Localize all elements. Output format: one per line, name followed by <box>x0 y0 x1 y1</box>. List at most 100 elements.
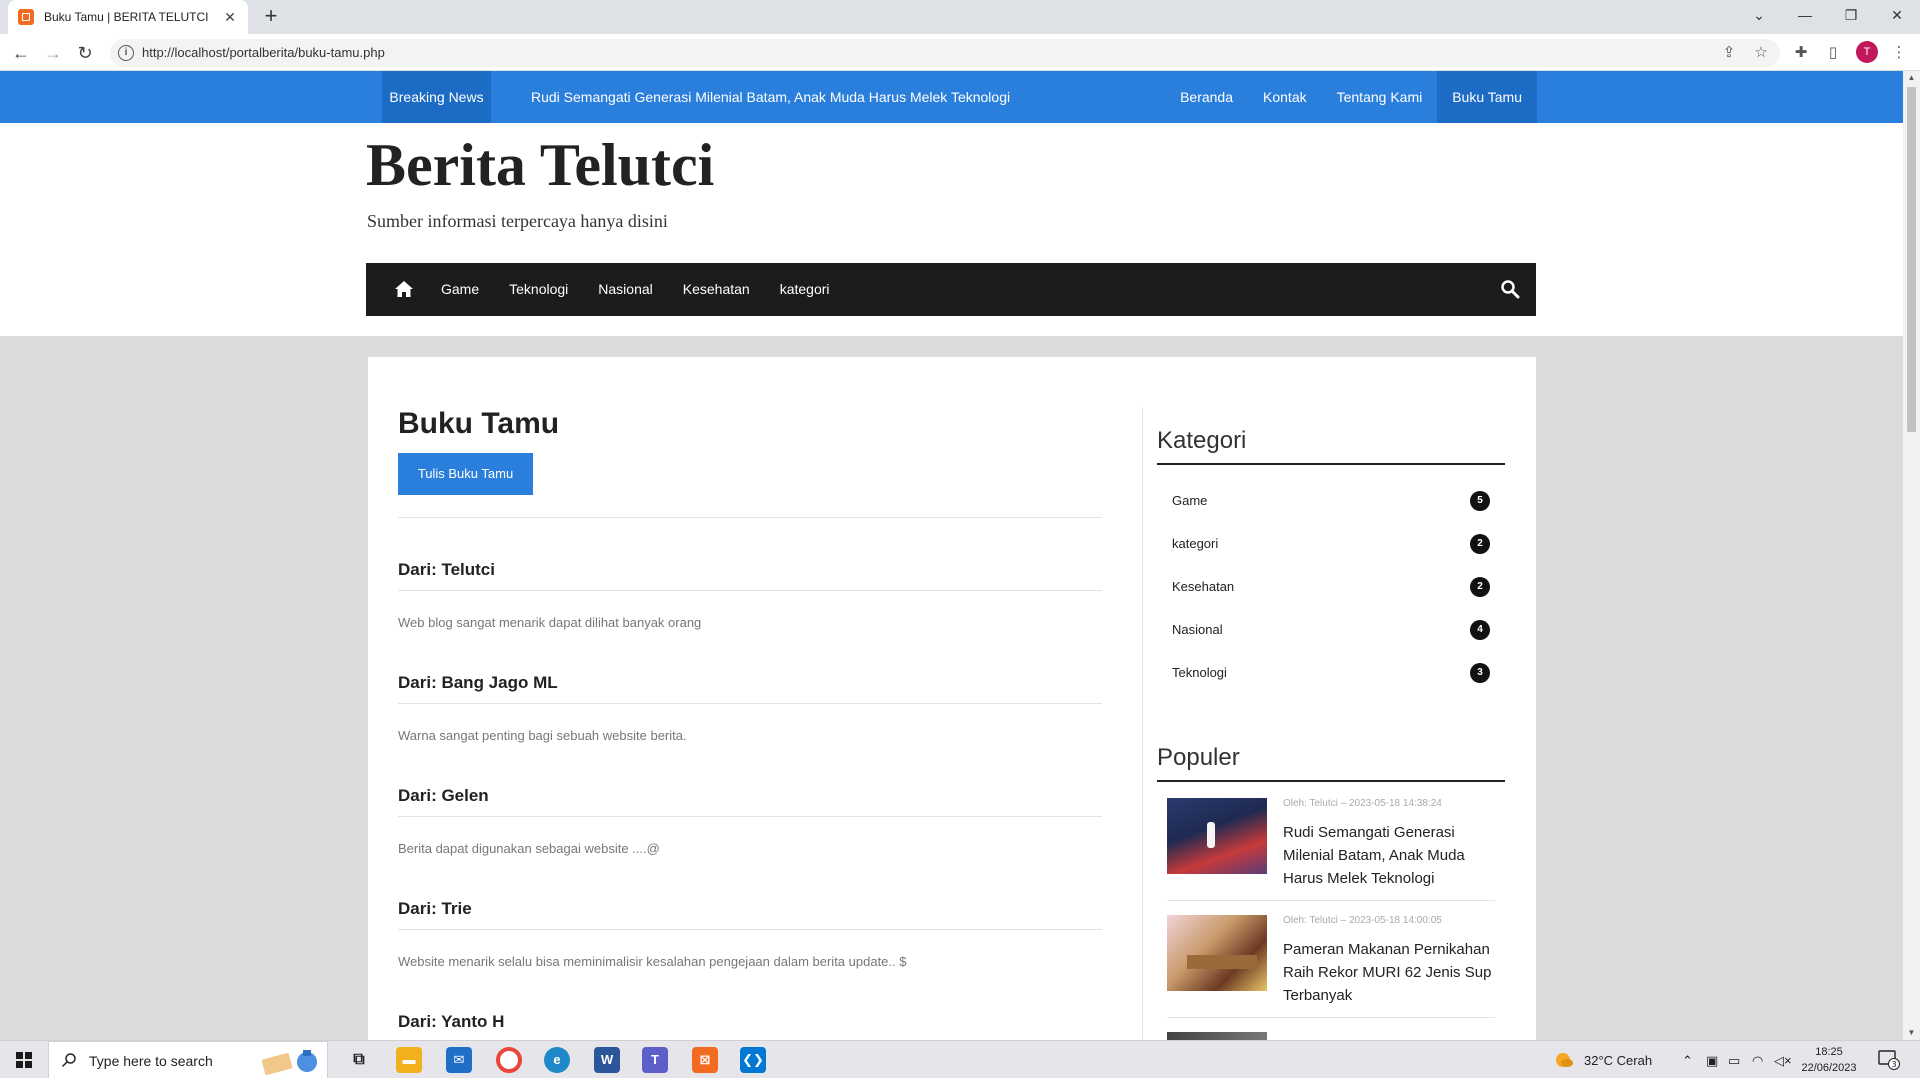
popular-article[interactable]: Oleh: Telutci – 2023-05-18 14:38:24 Rudi… <box>1167 798 1495 901</box>
article-thumbnail[interactable] <box>1167 798 1267 874</box>
popular-widget-title: Populer <box>1157 744 1505 782</box>
mainnav-kesehatan[interactable]: Kesehatan <box>668 263 765 316</box>
system-clock[interactable]: 18:25 22/06/2023 <box>1796 1044 1862 1076</box>
category-list: Game 5 kategori 2 Kesehatan 2 Nasional 4… <box>1157 465 1505 694</box>
content-panel: Buku Tamu Tulis Buku Tamu Dari: Telutci … <box>368 357 1536 1040</box>
address-bar[interactable]: i http://localhost/portalberita/buku-tam… <box>110 39 1780 67</box>
xampp-favicon-icon <box>18 9 34 25</box>
page-scrollbar[interactable]: ▲ ▼ <box>1903 71 1920 1040</box>
article-title-link[interactable]: Rudi Semangati Generasi Milenial Batam, … <box>1283 821 1495 890</box>
breaking-news-label: Breaking News <box>382 71 491 123</box>
menu-kebab-icon[interactable]: ⋮ <box>1888 42 1910 64</box>
entry-author: Dari: Gelen <box>398 786 489 805</box>
new-tab-button[interactable]: + <box>258 4 284 30</box>
back-button[interactable]: ← <box>8 40 34 66</box>
site-tagline: Sumber informasi terpercaya hanya disini <box>367 211 668 231</box>
article-thumbnail[interactable] <box>1167 1032 1267 1040</box>
home-icon[interactable] <box>394 279 414 299</box>
column-divider <box>1142 407 1143 1040</box>
search-icon[interactable] <box>1500 279 1520 299</box>
chrome-icon[interactable] <box>496 1047 522 1073</box>
taskbar-search-box[interactable]: Type here to search <box>48 1041 328 1078</box>
scroll-down-icon[interactable]: ▼ <box>1903 1026 1920 1040</box>
category-item[interactable]: Nasional 4 <box>1172 608 1490 651</box>
browser-tab-bar: Buku Tamu | BERITA TELUTCI ✕ + ⌄ — ❐ ✕ <box>0 0 1920 34</box>
side-panel-icon[interactable]: ▯ <box>1822 42 1844 64</box>
browser-toolbar: ← → ↻ i http://localhost/portalberita/bu… <box>0 34 1920 71</box>
topnav-buku-tamu[interactable]: Buku Tamu <box>1437 71 1537 123</box>
vscode-icon[interactable]: ❮❯ <box>740 1047 766 1073</box>
entry-message: Warna sangat penting bagi sebuah website… <box>398 728 687 743</box>
mainnav-nasional[interactable]: Nasional <box>583 263 667 316</box>
guestbook-entry: Dari: Yanto H <box>398 984 1102 1040</box>
close-window-button[interactable]: ✕ <box>1874 0 1920 30</box>
bookmark-star-icon[interactable]: ☆ <box>1750 42 1772 64</box>
forward-button[interactable]: → <box>40 40 66 66</box>
volume-muted-icon[interactable]: ◁× <box>1774 1053 1792 1069</box>
profile-avatar[interactable]: T <box>1856 41 1878 63</box>
wifi-icon[interactable]: ◠ <box>1752 1053 1763 1069</box>
category-count-badge: 5 <box>1470 490 1490 511</box>
guestbook-entry: Dari: Trie Website menarik selalu bisa m… <box>398 871 1102 984</box>
notification-center-icon[interactable]: 3 <box>1878 1050 1900 1070</box>
sidebar: Kategori Game 5 kategori 2 Kesehatan 2 N… <box>1157 427 1505 1040</box>
browser-tab[interactable]: Buku Tamu | BERITA TELUTCI ✕ <box>8 0 248 34</box>
mainnav-kategori[interactable]: kategori <box>765 263 845 316</box>
file-explorer-icon[interactable]: ▬ <box>396 1047 422 1073</box>
xampp-icon[interactable]: ⊠ <box>692 1047 718 1073</box>
popular-article[interactable]: Oleh: Telutci – 2023-05-18 14:00:05 Pame… <box>1167 915 1495 1018</box>
article-thumbnail[interactable] <box>1167 915 1267 991</box>
write-guestbook-button[interactable]: Tulis Buku Tamu <box>398 453 533 495</box>
page-title: Buku Tamu <box>398 407 560 440</box>
teams-icon[interactable]: T <box>642 1047 668 1073</box>
category-count-badge: 2 <box>1470 533 1490 554</box>
topnav-beranda[interactable]: Beranda <box>1165 71 1248 123</box>
top-nav: Beranda Kontak Tentang Kami Buku Tamu <box>1165 71 1537 123</box>
entry-message: Berita dapat digunakan sebagai website .… <box>398 841 660 856</box>
categories-widget-title: Kategori <box>1157 427 1505 465</box>
breaking-news-ticker[interactable]: Rudi Semangati Generasi Milenial Batam, … <box>531 71 1010 123</box>
minimize-button[interactable]: — <box>1782 0 1828 30</box>
site-title[interactable]: Berita Telutci <box>366 131 714 200</box>
mainnav-game[interactable]: Game <box>426 263 494 316</box>
scrollbar-thumb[interactable] <box>1907 87 1916 432</box>
close-tab-icon[interactable]: ✕ <box>222 9 238 26</box>
entry-author: Dari: Yanto H <box>398 1012 505 1031</box>
entry-author: Dari: Telutci <box>398 560 495 579</box>
share-icon[interactable]: ⇪ <box>1718 42 1740 64</box>
category-item[interactable]: Game 5 <box>1172 479 1490 522</box>
search-highlight-illustration-icon <box>261 1050 317 1075</box>
clock-date: 22/06/2023 <box>1801 1062 1857 1074</box>
search-icon <box>61 1053 76 1068</box>
page-viewport: Breaking News Rudi Semangati Generasi Mi… <box>0 71 1903 1040</box>
scroll-up-icon[interactable]: ▲ <box>1903 71 1920 85</box>
battery-icon[interactable]: ▭ <box>1728 1053 1740 1069</box>
restore-button[interactable]: ❐ <box>1828 0 1874 30</box>
category-item[interactable]: Kesehatan 2 <box>1172 565 1490 608</box>
article-title-link[interactable]: Pameran Makanan Pernikahan Raih Rekor MU… <box>1283 938 1495 1007</box>
topnav-kontak[interactable]: Kontak <box>1248 71 1322 123</box>
mail-icon[interactable]: ✉ <box>446 1047 472 1073</box>
task-view-icon[interactable]: ⧉ <box>346 1047 372 1073</box>
weather-text[interactable]: 32°C Cerah <box>1584 1053 1652 1068</box>
tab-search-icon[interactable]: ⌄ <box>1736 0 1782 30</box>
device-icon[interactable]: ▣ <box>1706 1053 1718 1069</box>
search-placeholder: Type here to search <box>89 1053 213 1069</box>
category-item[interactable]: Teknologi 3 <box>1172 651 1490 694</box>
category-count-badge: 3 <box>1470 662 1490 683</box>
show-hidden-icons-icon[interactable]: ⌃ <box>1682 1053 1693 1069</box>
site-header: Berita Telutci Sumber informasi terperca… <box>0 123 1903 336</box>
mainnav-teknologi[interactable]: Teknologi <box>494 263 583 316</box>
guestbook-entry: Dari: Bang Jago ML Warna sangat penting … <box>398 645 1102 758</box>
site-info-icon[interactable]: i <box>118 45 134 61</box>
start-button[interactable] <box>0 1041 48 1078</box>
main-nav: Game Teknologi Nasional Kesehatan katego… <box>366 263 1536 316</box>
entry-message: Web blog sangat menarik dapat dilihat ba… <box>398 615 702 630</box>
category-item[interactable]: kategori 2 <box>1172 522 1490 565</box>
reload-button[interactable]: ↻ <box>72 40 98 66</box>
edge-icon[interactable]: e <box>544 1047 570 1073</box>
extensions-icon[interactable]: ✚ <box>1790 42 1812 64</box>
category-count-badge: 2 <box>1470 576 1490 597</box>
word-icon[interactable]: W <box>594 1047 620 1073</box>
topnav-tentang-kami[interactable]: Tentang Kami <box>1322 71 1438 123</box>
